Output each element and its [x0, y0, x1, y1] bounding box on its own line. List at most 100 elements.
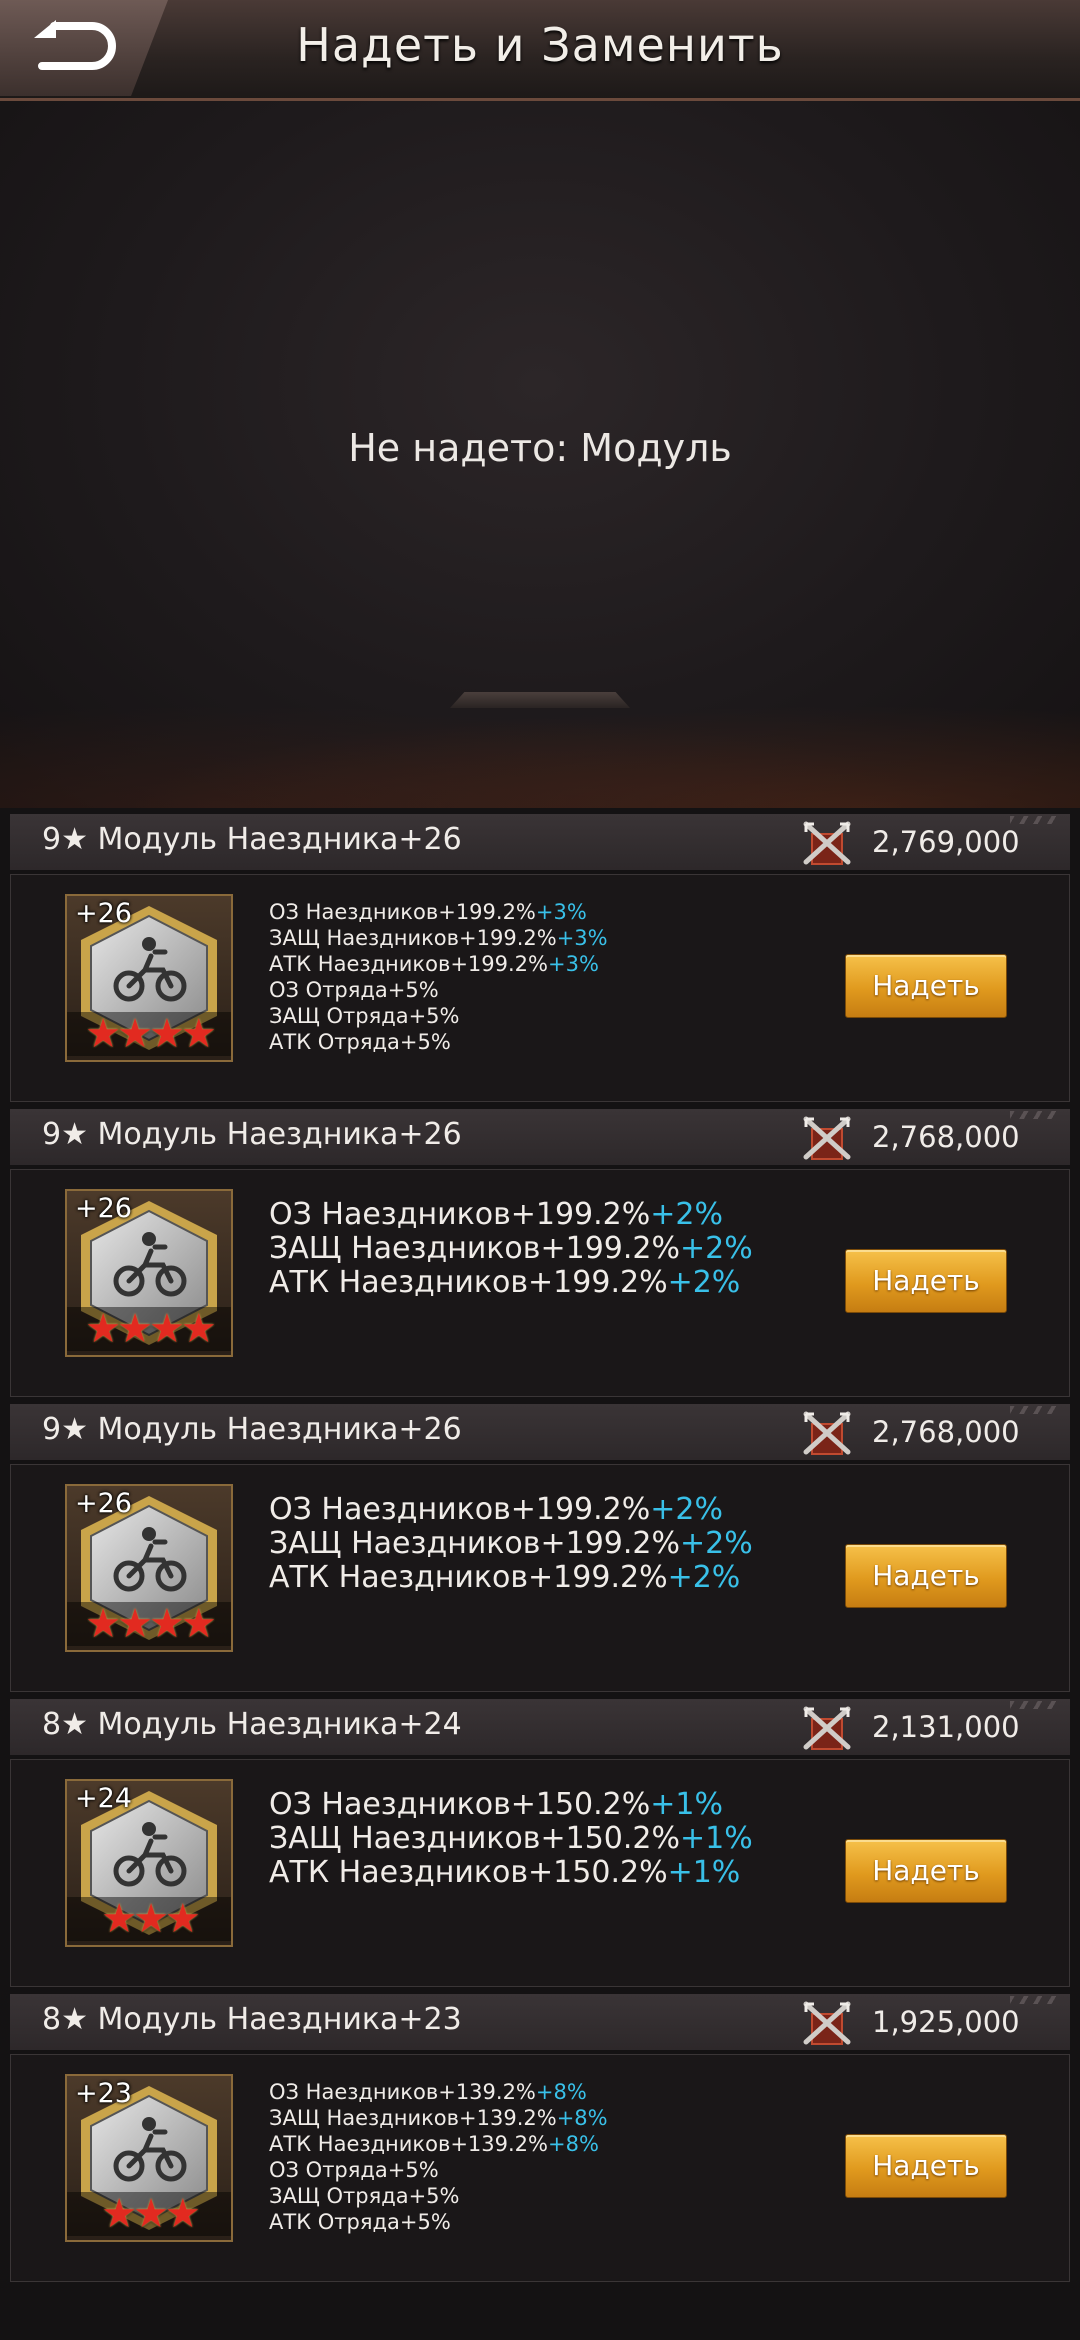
power-value: 2,768,000: [872, 1415, 1020, 1449]
equip-button[interactable]: Надеть: [845, 1839, 1007, 1903]
stat-bonus: +3%: [548, 952, 599, 976]
card-header: 9★ Модуль Наездника+26 2,769,000: [10, 814, 1070, 870]
power-value: 2,769,000: [872, 825, 1020, 859]
stat-text: ЗАЩ Наездников+199.2%: [269, 926, 557, 950]
panel-divider: [450, 692, 630, 708]
stat-text: АТК Наездников+199.2%: [269, 1265, 668, 1300]
power-icon: [803, 821, 851, 865]
module-level-badge: +26: [75, 1488, 132, 1519]
stat-line: АТК Наездников+199.2%+2%: [269, 1561, 753, 1595]
card-body: +26 ★★★★ ОЗ Наездников+199.2%+2% ЗАЩ Наездн…: [10, 1464, 1070, 1692]
module-name: 9★ Модуль Наездника+26: [42, 1117, 462, 1152]
top-bar: Надеть и Заменить: [0, 0, 1080, 101]
module-level-badge: +26: [75, 898, 132, 929]
stat-line: ОЗ Наездников+199.2%+2%: [269, 1198, 753, 1232]
card-header: 9★ Модуль Наездника+26 2,768,000: [10, 1109, 1070, 1165]
equip-button[interactable]: Надеть: [845, 2134, 1007, 2198]
module-stats: ОЗ Наездников+150.2%+1% ЗАЩ Наездников+15…: [269, 1788, 753, 1890]
stat-text: ОЗ Наездников+150.2%: [269, 1787, 651, 1822]
stat-line: АТК Наездников+139.2%+8%: [269, 2131, 608, 2157]
power-icon: [803, 2001, 851, 2045]
stat-text: ЗАЩ Отряда+5%: [269, 1004, 460, 1028]
stat-text: ОЗ Отряда+5%: [269, 978, 439, 1002]
module-level-badge: +26: [75, 1193, 132, 1224]
stat-bonus: +3%: [556, 926, 608, 950]
card-header: 8★ Модуль Наездника+23 1,925,000: [10, 1994, 1070, 2050]
module-stats: ОЗ Наездников+139.2%+8% ЗАЩ Наездников+13…: [269, 2079, 608, 2235]
stat-line: ОЗ Наездников+199.2%+3%: [269, 899, 608, 925]
module-icon[interactable]: +26 ★★★★: [65, 894, 233, 1062]
stat-text: ОЗ Наездников+139.2%: [269, 2080, 536, 2104]
stat-line: ЗАЩ Наездников+139.2%+8%: [269, 2105, 608, 2131]
stat-text: АТК Отряда+5%: [269, 2210, 451, 2234]
stat-line: ОЗ Отряда+5%: [269, 977, 608, 1003]
stat-text: ЗАЩ Наездников+150.2%: [269, 1821, 680, 1856]
module-stats: ОЗ Наездников+199.2%+3% ЗАЩ Наездников+19…: [269, 899, 608, 1055]
stat-line: ЗАЩ Отряда+5%: [269, 1003, 608, 1029]
stat-line: АТК Наездников+199.2%+3%: [269, 951, 608, 977]
power-value: 2,131,000: [872, 1710, 1020, 1744]
stat-bonus: +1%: [667, 1855, 741, 1890]
module-name: 8★ Модуль Наездника+24: [42, 1707, 462, 1742]
stat-line: ЗАЩ Наездников+199.2%+2%: [269, 1527, 753, 1561]
stat-line: АТК Отряда+5%: [269, 2209, 608, 2235]
module-name: 9★ Модуль Наездника+26: [42, 822, 462, 857]
stat-text: ОЗ Наездников+199.2%: [269, 1492, 651, 1527]
stat-bonus: +2%: [680, 1526, 753, 1561]
stat-text: АТК Наездников+150.2%: [269, 1855, 668, 1890]
card-body: +23 ★★★ ОЗ Наездников+139.2%+8% ЗАЩ Наездни…: [10, 2054, 1070, 2282]
empty-slot-text: Не надето: Модуль: [348, 426, 732, 470]
card-header: 9★ Модуль Наездника+26 2,768,000: [10, 1404, 1070, 1460]
stat-line: ЗАЩ Наездников+199.2%+3%: [269, 925, 608, 951]
stat-bonus: +2%: [650, 1492, 724, 1527]
stat-text: АТК Наездников+199.2%: [269, 952, 548, 976]
power-icon: [803, 1116, 851, 1160]
stat-text: АТК Отряда+5%: [269, 1030, 451, 1054]
stat-line: АТК Отряда+5%: [269, 1029, 608, 1055]
star-rating-icon: ★★★: [67, 2192, 231, 2236]
module-stats: ОЗ Наездников+199.2%+2% ЗАЩ Наездников+19…: [269, 1198, 753, 1300]
power-value: 1,925,000: [872, 2005, 1020, 2039]
header-stripes: [1010, 1996, 1058, 2004]
module-icon[interactable]: +24 ★★★: [65, 1779, 233, 1947]
star-rating-icon: ★★★★: [67, 1307, 231, 1351]
stat-bonus: +8%: [535, 2080, 587, 2104]
stat-text: АТК Наездников+139.2%: [269, 2132, 548, 2156]
stat-line: АТК Наездников+199.2%+2%: [269, 1266, 753, 1300]
equip-button[interactable]: Надеть: [845, 954, 1007, 1018]
stat-text: ЗАЩ Наездников+199.2%: [269, 1526, 680, 1561]
star-rating-icon: ★★★★: [67, 1012, 231, 1056]
header-stripes: [1010, 816, 1058, 824]
stat-line: ОЗ Наездников+150.2%+1%: [269, 1788, 753, 1822]
header-stripes: [1010, 1406, 1058, 1414]
module-icon[interactable]: +26 ★★★★: [65, 1484, 233, 1652]
stat-line: ЗАЩ Отряда+5%: [269, 2183, 608, 2209]
stat-bonus: +8%: [556, 2106, 608, 2130]
star-rating-icon: ★★★: [67, 1897, 231, 1941]
module-stats: ОЗ Наездников+199.2%+2% ЗАЩ Наездников+19…: [269, 1493, 753, 1595]
module-level-badge: +24: [75, 1783, 132, 1814]
stat-bonus: +2%: [667, 1560, 741, 1595]
stat-bonus: +1%: [680, 1821, 753, 1856]
stat-text: АТК Наездников+199.2%: [269, 1560, 668, 1595]
stat-bonus: +8%: [548, 2132, 599, 2156]
stat-line: ЗАЩ Наездников+150.2%+1%: [269, 1822, 753, 1856]
stat-bonus: +2%: [667, 1265, 741, 1300]
stat-line: ЗАЩ Наездников+199.2%+2%: [269, 1232, 753, 1266]
stat-text: ЗАЩ Отряда+5%: [269, 2184, 460, 2208]
equip-button[interactable]: Надеть: [845, 1249, 1007, 1313]
module-icon[interactable]: +26 ★★★★: [65, 1189, 233, 1357]
stat-text: ОЗ Отряда+5%: [269, 2158, 439, 2182]
stat-text: ОЗ Наездников+199.2%: [269, 1197, 651, 1232]
equip-button[interactable]: Надеть: [845, 1544, 1007, 1608]
stat-line: ОЗ Наездников+139.2%+8%: [269, 2079, 608, 2105]
stat-text: ЗАЩ Наездников+199.2%: [269, 1231, 680, 1266]
module-icon[interactable]: +23 ★★★: [65, 2074, 233, 2242]
stat-bonus: +2%: [680, 1231, 753, 1266]
star-rating-icon: ★★★★: [67, 1602, 231, 1646]
card-header: 8★ Модуль Наездника+24 2,131,000: [10, 1699, 1070, 1755]
header-stripes: [1010, 1111, 1058, 1119]
stat-text: ОЗ Наездников+199.2%: [269, 900, 536, 924]
stat-line: АТК Наездников+150.2%+1%: [269, 1856, 753, 1890]
module-level-badge: +23: [75, 2078, 132, 2109]
